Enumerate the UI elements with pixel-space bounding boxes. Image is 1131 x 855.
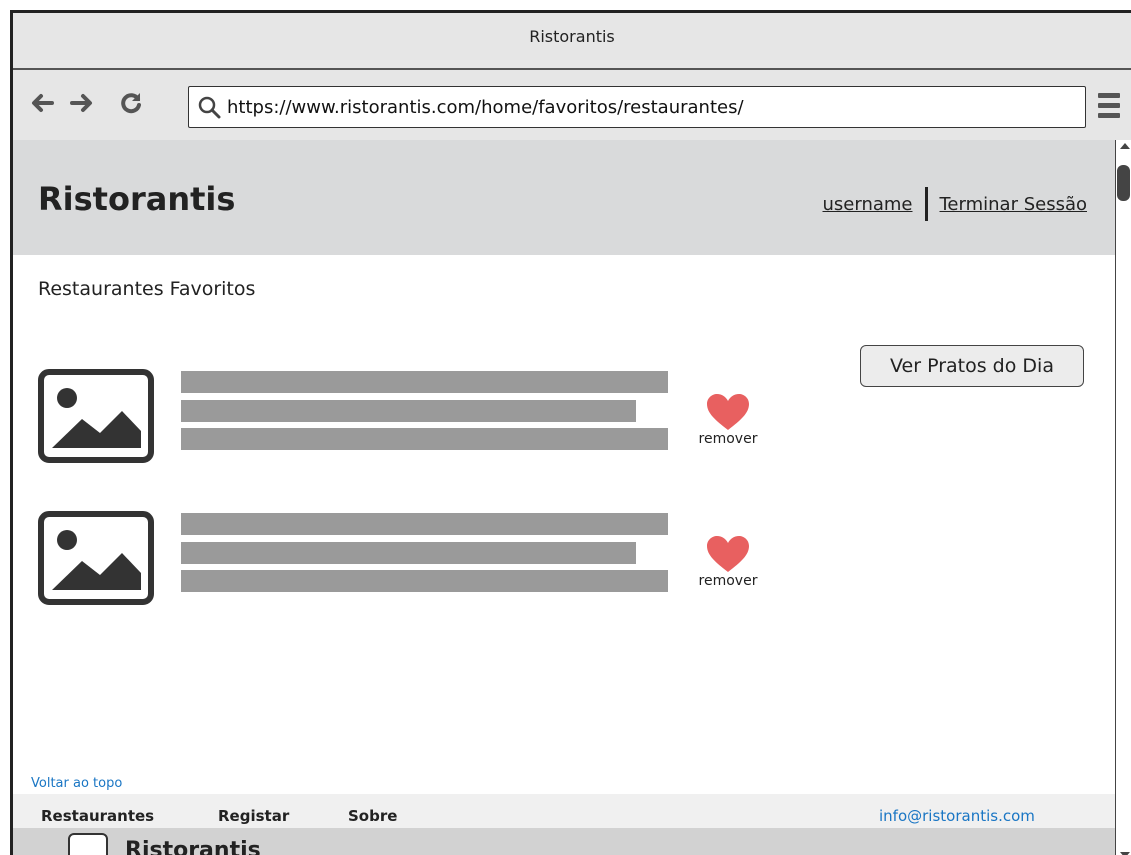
footer-link-registar[interactable]: Registar xyxy=(218,807,289,825)
list-item: remover xyxy=(38,511,1098,611)
username-link[interactable]: username xyxy=(823,194,913,215)
text-placeholder xyxy=(181,400,636,422)
footer-brand-bar: Ristorantis xyxy=(13,828,1115,855)
footer-link-sobre[interactable]: Sobre xyxy=(348,807,397,825)
remove-label: remover xyxy=(698,431,758,447)
page-viewport: Ristorantis username Terminar Sessão Res… xyxy=(13,140,1115,855)
heart-icon xyxy=(707,536,749,572)
scroll-up-icon[interactable] xyxy=(1120,143,1130,149)
browser-window: Ristorantis Ristorantis username Te xyxy=(10,10,1131,855)
footer-email-link[interactable]: info@ristorantis.com xyxy=(879,807,1035,825)
site-title: Ristorantis xyxy=(38,180,236,218)
logout-link[interactable]: Terminar Sessão xyxy=(940,194,1088,215)
text-placeholder xyxy=(181,542,636,564)
remove-label: remover xyxy=(698,573,758,589)
text-placeholder xyxy=(181,513,668,535)
text-placeholder xyxy=(181,570,668,592)
remove-favorite-button[interactable]: remover xyxy=(693,393,763,453)
back-arrow-icon[interactable] xyxy=(27,88,57,118)
window-title: Ristorantis xyxy=(13,13,1131,70)
site-header: Ristorantis username Terminar Sessão xyxy=(13,140,1115,255)
user-links: username Terminar Sessão xyxy=(823,187,1088,221)
url-input[interactable] xyxy=(227,92,1077,122)
text-placeholder xyxy=(181,371,668,393)
forward-arrow-icon[interactable] xyxy=(67,88,97,118)
vertical-scrollbar[interactable] xyxy=(1115,140,1131,855)
scroll-thumb[interactable] xyxy=(1117,165,1130,201)
list-item: remover xyxy=(38,369,1098,469)
reload-icon[interactable] xyxy=(116,88,146,118)
search-icon xyxy=(197,95,221,119)
address-bar[interactable] xyxy=(188,86,1086,128)
footer-logo xyxy=(68,833,108,855)
back-to-top-link[interactable]: Voltar ao topo xyxy=(31,776,122,791)
image-placeholder-icon xyxy=(38,511,154,605)
remove-favorite-button[interactable]: remover xyxy=(693,535,763,595)
image-placeholder-icon xyxy=(38,369,154,463)
browser-toolbar xyxy=(13,70,1131,140)
browser-menu-icon[interactable] xyxy=(1096,88,1122,122)
footer-nav: Restaurantes Registar Sobre info@ristora… xyxy=(13,794,1115,828)
footer-link-restaurantes[interactable]: Restaurantes xyxy=(41,807,154,825)
divider xyxy=(924,187,928,221)
heart-icon xyxy=(707,394,749,430)
text-placeholder xyxy=(181,428,668,450)
page-title: Restaurantes Favoritos xyxy=(38,278,256,300)
footer-brand-name: Ristorantis xyxy=(125,838,261,855)
